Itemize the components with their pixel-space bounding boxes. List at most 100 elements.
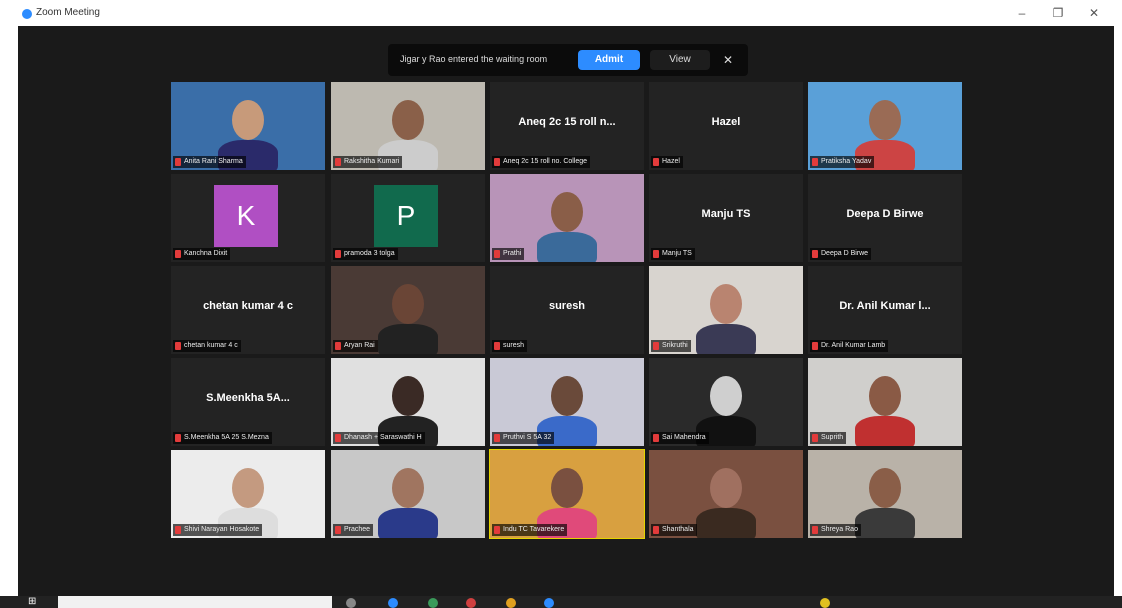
weather-icon: [820, 598, 830, 608]
participant-nameplate: Shivi Narayan Hosakote: [173, 524, 263, 536]
participant-name: pramoda 3 tolga: [344, 250, 395, 257]
participant-display-name: Deepa D Birwe: [846, 208, 924, 220]
participant-nameplate: Pratiksha Yadav: [810, 156, 875, 168]
participant-avatar: P: [374, 185, 438, 247]
close-window-button[interactable]: ✕: [1082, 4, 1106, 22]
participant-name: Aneq 2c 15 roll no. College: [503, 158, 588, 165]
participant-name: Indu TC Tavarekere: [503, 526, 565, 533]
view-button[interactable]: View: [650, 50, 710, 70]
participant-name: Dr. Anil Kumar Lamb: [821, 342, 886, 349]
participant-tile[interactable]: K Kanchna Dixit: [171, 174, 325, 262]
muted-mic-icon: [175, 158, 181, 166]
muted-mic-icon: [335, 526, 341, 534]
participant-nameplate: Prathi: [492, 248, 525, 260]
participant-tile[interactable]: Indu TC Tavarekere: [489, 449, 645, 539]
notification-text: Jigar y Rao entered the waiting room: [400, 54, 548, 64]
participant-tile[interactable]: Pruthvi S 5A 32: [490, 358, 644, 446]
edge-icon[interactable]: [388, 598, 398, 608]
participant-tile[interactable]: suresh suresh: [490, 266, 644, 354]
minimize-button[interactable]: –: [1010, 4, 1034, 22]
participant-tile[interactable]: Shanthala: [649, 450, 803, 538]
participant-nameplate: Sai Mahendra: [651, 432, 709, 444]
participant-display-name: Aneq 2c 15 roll n...: [518, 116, 616, 128]
participant-name: Anita Rani Sharma: [184, 158, 243, 165]
participant-name: Suprith: [821, 434, 844, 441]
muted-mic-icon: [812, 342, 818, 350]
participant-tile[interactable]: Suprith: [808, 358, 962, 446]
folder-icon[interactable]: [506, 598, 516, 608]
participant-nameplate: S.Meenkha 5A 25 S.Mezna: [173, 432, 272, 444]
chrome-icon[interactable]: [428, 598, 438, 608]
participant-nameplate: Shreya Rao: [810, 524, 861, 536]
participant-tile[interactable]: Prachee: [331, 450, 485, 538]
participant-name: S.Meenkha 5A 25 S.Mezna: [184, 434, 269, 441]
participant-tile[interactable]: Pratiksha Yadav: [808, 82, 962, 170]
maximize-button[interactable]: ❐: [1046, 4, 1070, 22]
admit-button[interactable]: Admit: [578, 50, 640, 70]
muted-mic-icon: [653, 526, 659, 534]
muted-mic-icon: [175, 342, 181, 350]
muted-mic-icon: [812, 526, 818, 534]
muted-mic-icon: [175, 434, 181, 442]
participant-display-name: Dr. Anil Kumar l...: [839, 300, 931, 312]
waiting-room-notification: Jigar y Rao entered the waiting room Adm…: [388, 44, 748, 76]
muted-mic-icon: [653, 434, 659, 442]
participant-tile[interactable]: Deepa D Birwe Deepa D Birwe: [808, 174, 962, 262]
participant-nameplate: Dhanash + Saraswathi H: [333, 432, 425, 444]
participant-tile[interactable]: S.Meenkha 5A... S.Meenkha 5A 25 S.Mezna: [171, 358, 325, 446]
participant-name: Hazel: [662, 158, 680, 165]
participant-tile[interactable]: Prathi: [490, 174, 644, 262]
muted-mic-icon: [335, 250, 341, 258]
participant-avatar: K: [214, 185, 278, 247]
participant-name: Aryan Rai: [344, 342, 375, 349]
participant-name: chetan kumar 4 c: [184, 342, 238, 349]
participant-name: Shivi Narayan Hosakote: [184, 526, 260, 533]
participant-tile[interactable]: Dr. Anil Kumar l... Dr. Anil Kumar Lamb: [808, 266, 962, 354]
participant-display-name: chetan kumar 4 c: [203, 300, 293, 312]
muted-mic-icon: [494, 342, 500, 350]
participant-tile[interactable]: Rakshitha Kumari: [331, 82, 485, 170]
participant-nameplate: Deepa D Birwe: [810, 248, 872, 260]
participant-tile[interactable]: Anita Rani Sharma: [171, 82, 325, 170]
participant-name: Pruthvi S 5A 32: [503, 434, 552, 441]
zoom-logo-icon: [22, 9, 32, 19]
participant-name: Rakshitha Kumari: [344, 158, 400, 165]
participant-tile[interactable]: Shivi Narayan Hosakote: [171, 450, 325, 538]
participant-nameplate: Hazel: [651, 156, 683, 168]
participant-tile[interactable]: Manju TS Manju TS: [649, 174, 803, 262]
participant-tile[interactable]: Srikruthi: [649, 266, 803, 354]
start-button[interactable]: ⊞: [28, 596, 42, 608]
participant-display-name: Manju TS: [701, 208, 751, 220]
meeting-window: Jigar y Rao entered the waiting room Adm…: [18, 26, 1114, 596]
participant-nameplate: Anita Rani Sharma: [173, 156, 246, 168]
zoom-taskbar-icon[interactable]: [544, 598, 554, 608]
muted-mic-icon: [175, 250, 181, 258]
muted-mic-icon: [653, 342, 659, 350]
participant-name: Shreya Rao: [821, 526, 858, 533]
participant-nameplate: Suprith: [810, 432, 847, 444]
participant-tile[interactable]: Sai Mahendra: [649, 358, 803, 446]
participant-nameplate: Dr. Anil Kumar Lamb: [810, 340, 889, 352]
taskbar-search-input[interactable]: [58, 596, 332, 608]
muted-mic-icon: [335, 434, 341, 442]
task-view-icon[interactable]: [346, 598, 356, 608]
participant-tile[interactable]: Shreya Rao: [808, 450, 962, 538]
participant-display-name: suresh: [548, 300, 586, 312]
close-notification-button[interactable]: ✕: [720, 50, 736, 70]
participant-tile[interactable]: chetan kumar 4 c chetan kumar 4 c: [171, 266, 325, 354]
app-icon[interactable]: [466, 598, 476, 608]
participant-nameplate: Kanchna Dixit: [173, 248, 231, 260]
muted-mic-icon: [812, 158, 818, 166]
participant-tile[interactable]: Aryan Rai: [331, 266, 485, 354]
participant-name: suresh: [503, 342, 525, 349]
participant-nameplate: Srikruthi: [651, 340, 691, 352]
participant-nameplate: Manju TS: [651, 248, 695, 260]
participant-tile[interactable]: Dhanash + Saraswathi H: [331, 358, 485, 446]
participant-tile[interactable]: Hazel Hazel: [649, 82, 803, 170]
muted-mic-icon: [494, 434, 500, 442]
muted-mic-icon: [494, 250, 500, 258]
participant-tile[interactable]: Aneq 2c 15 roll n... Aneq 2c 15 roll no. …: [490, 82, 644, 170]
participant-name: Sai Mahendra: [662, 434, 706, 441]
participant-name: Srikruthi: [662, 342, 688, 349]
participant-tile[interactable]: Ppramoda 3 tolga: [331, 174, 485, 262]
